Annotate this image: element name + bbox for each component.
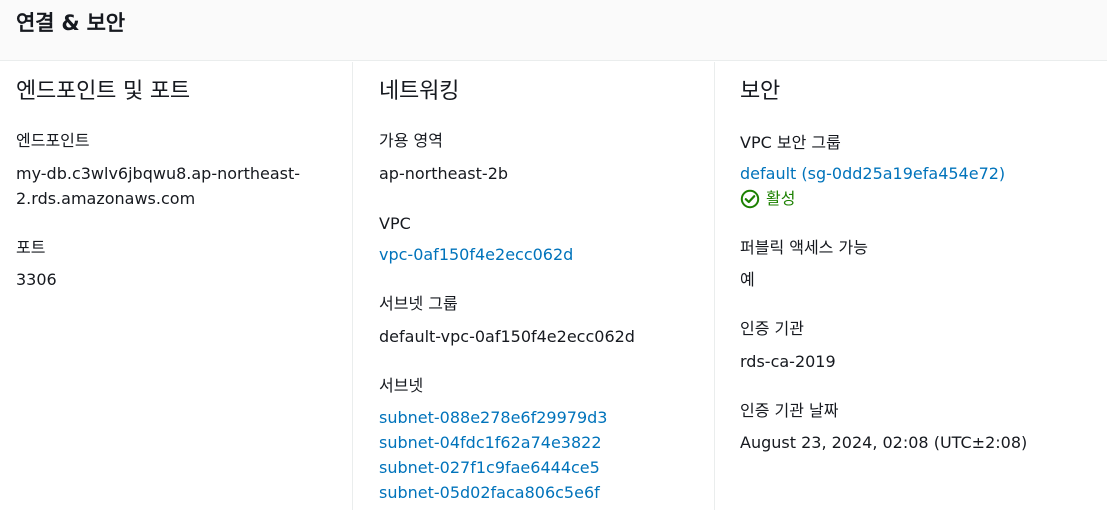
availability-zone-label: 가용 영역	[379, 131, 443, 150]
subnet-link[interactable]: subnet-088e278e6f29979d3	[379, 405, 607, 430]
endpoint-value-line1: my-db.c3wlv6jbqwu8.ap-northeast-	[16, 164, 301, 183]
certificate-authority-value: rds-ca-2019	[740, 352, 836, 371]
endpoint-port-column: 엔드포인트 및 포트 엔드포인트 my-db.c3wlv6jbqwu8.ap-n…	[0, 62, 352, 510]
security-group-status: 활성	[740, 186, 795, 211]
networking-column: 네트워킹 가용 영역 ap-northeast-2b VPC vpc-0af15…	[352, 62, 714, 510]
security-column: 보안 VPC 보안 그룹 default (sg-0dd25a19efa454e…	[714, 62, 1107, 510]
vpc-security-group-link[interactable]: default (sg-0dd25a19efa454e72)	[740, 161, 1005, 186]
subnet-link[interactable]: subnet-05d02faca806c5e6f	[379, 480, 600, 505]
certificate-authority-date-label: 인증 기관 날짜	[740, 401, 839, 420]
port-label: 포트	[16, 238, 46, 257]
status-text: 활성	[766, 189, 796, 208]
endpoint-label: 엔드포인트	[16, 131, 90, 150]
security-title: 보안	[740, 79, 781, 104]
section-title: 연결 & 보안	[16, 11, 125, 35]
vpc-link[interactable]: vpc-0af150f4e2ecc062d	[379, 242, 573, 267]
certificate-authority-label: 인증 기관	[740, 319, 804, 338]
networking-title: 네트워킹	[379, 79, 460, 104]
endpoint-value-line2: 2.rds.amazonaws.com	[16, 189, 196, 208]
certificate-authority-date-value: August 23, 2024, 02:08 (UTC±2:08)	[740, 433, 1028, 452]
subnets-label: 서브넷	[379, 376, 424, 395]
public-access-label: 퍼블릭 액세스 가능	[740, 238, 868, 257]
availability-zone-value: ap-northeast-2b	[379, 164, 509, 183]
vpc-security-group-label: VPC 보안 그룹	[740, 133, 841, 152]
subnet-link[interactable]: subnet-04fdc1f62a74e3822	[379, 430, 602, 455]
subnet-group-value: default-vpc-0af150f4e2ecc062d	[379, 327, 635, 346]
endpoint-port-title: 엔드포인트 및 포트	[16, 79, 190, 104]
port-value: 3306	[16, 270, 57, 289]
subnet-link[interactable]: subnet-027f1c9fae6444ce5	[379, 455, 600, 480]
subnet-group-label: 서브넷 그룹	[379, 294, 458, 313]
check-circle-icon	[740, 189, 760, 208]
section-header: 연결 & 보안	[0, 0, 1107, 61]
vpc-label: VPC	[379, 214, 411, 233]
public-access-value: 예	[740, 270, 755, 289]
